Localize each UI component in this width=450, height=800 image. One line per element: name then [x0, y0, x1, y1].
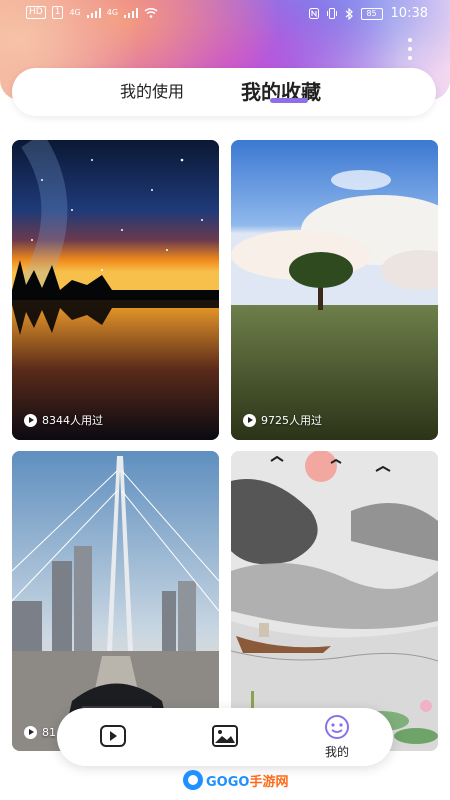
usage-count: 8344人用过: [24, 412, 103, 428]
signal-icon: [86, 7, 101, 18]
play-icon: [24, 726, 37, 739]
nfc-icon: [308, 8, 319, 19]
active-tab-indicator: [270, 98, 308, 103]
wallpaper-card[interactable]: 9725人用过: [231, 140, 438, 440]
nav-mine-label: 我的: [324, 745, 349, 759]
network-label-1: 4G: [69, 8, 81, 17]
watermark-logo-icon: [183, 770, 203, 790]
tab-bar: 我的使用 我的收藏: [12, 68, 436, 116]
watermark-text: GOGO手游网: [206, 774, 289, 790]
wallpaper-card[interactable]: [231, 451, 438, 751]
more-options-icon[interactable]: [402, 38, 418, 60]
wallpaper-thumbnail-image: [231, 140, 438, 440]
usage-count-text: 9725人用过: [261, 414, 322, 427]
sim-badge: 1: [51, 6, 64, 19]
network-label-2: 4G: [106, 8, 119, 17]
nav-video-tab[interactable]: [93, 708, 133, 766]
signal-icon: [124, 7, 139, 18]
usage-count-text: 81: [42, 726, 56, 739]
bluetooth-icon: [345, 7, 353, 20]
site-watermark: GOGO手游网: [183, 768, 288, 792]
play-icon: [243, 413, 256, 427]
wallpaper-thumbnail-image: [231, 451, 438, 751]
vibrate-icon: [326, 8, 337, 19]
status-left: HD 1 4G 4G: [26, 6, 158, 19]
video-play-icon: [100, 724, 126, 747]
bottom-navigation: 我的: [57, 708, 393, 766]
wifi-icon: [144, 7, 158, 18]
tab-my-usage[interactable]: 我的使用: [120, 68, 184, 116]
status-right: 85 10:38: [308, 6, 428, 21]
usage-count-text: 8344人用过: [42, 414, 103, 427]
nav-image-tab[interactable]: [205, 708, 245, 766]
status-time: 10:38: [390, 6, 428, 21]
image-icon: [212, 724, 238, 747]
smile-face-icon: [325, 715, 349, 739]
usage-count: 9725人用过: [243, 412, 322, 428]
nav-mine-tab[interactable]: 我的: [317, 708, 357, 766]
usage-count: 81: [24, 726, 56, 739]
wallpaper-thumbnail-image: [12, 451, 219, 751]
status-bar: HD 1 4G 4G 85 10:38: [0, 0, 450, 26]
hd-badge: HD: [26, 6, 46, 19]
play-icon: [24, 413, 37, 427]
wallpaper-thumbnail-image: [12, 140, 219, 440]
wallpaper-card[interactable]: 81: [12, 451, 219, 751]
battery-icon: 85: [360, 7, 383, 20]
wallpaper-card[interactable]: 8344人用过: [12, 140, 219, 440]
tab-my-favorites[interactable]: 我的收藏: [241, 68, 321, 116]
